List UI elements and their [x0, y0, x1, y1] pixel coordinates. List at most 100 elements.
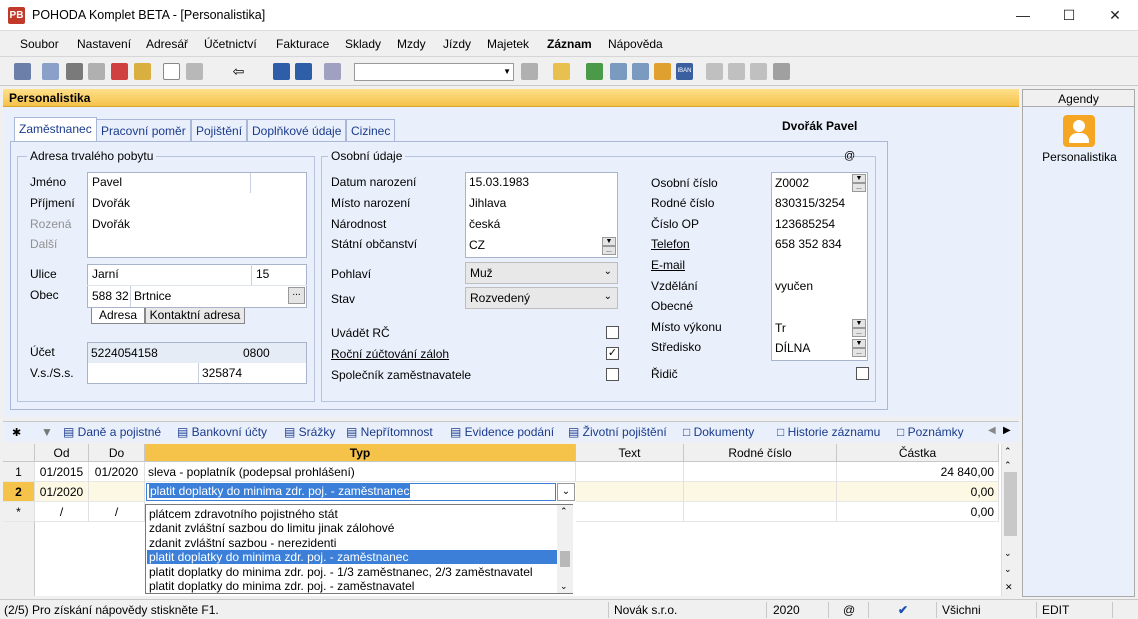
- menu-ucetnictvi[interactable]: Účetnictví: [204, 37, 257, 51]
- iban-icon[interactable]: IBAN: [676, 63, 693, 80]
- duplicate-icon[interactable]: [324, 63, 341, 80]
- address-subtab-kontaktni[interactable]: Kontaktní adresa: [145, 308, 245, 324]
- psc-field[interactable]: 588 32: [92, 289, 129, 303]
- grid-cell-text[interactable]: [576, 502, 684, 522]
- save-all-icon[interactable]: [295, 63, 312, 80]
- grid-cell-od[interactable]: /: [35, 502, 89, 522]
- funnel-icon[interactable]: [521, 63, 538, 80]
- menu-soubor[interactable]: Soubor: [20, 37, 59, 51]
- prijmeni-field[interactable]: Dvořák: [92, 196, 130, 210]
- resize-icon[interactable]: ✕: [1005, 582, 1013, 593]
- tab-cizinec[interactable]: Cizinec: [346, 119, 396, 141]
- subtab-historie[interactable]: □ Historie záznamu: [777, 425, 880, 442]
- grid-cell-od[interactable]: 01/2020: [35, 482, 89, 502]
- email-icon[interactable]: [134, 63, 151, 80]
- grid-cell-typ[interactable]: sleva - poplatník (podepsal prohlášení): [145, 462, 576, 482]
- grid-header-od[interactable]: Od: [35, 444, 89, 462]
- misto-narozeni-field[interactable]: Jihlava: [469, 196, 506, 210]
- menu-majetek[interactable]: Majetek: [487, 37, 529, 51]
- osobni-cislo-field[interactable]: Z0002: [775, 176, 809, 190]
- address-subtab-adresa[interactable]: Adresa: [91, 308, 145, 324]
- chevron-up-icon[interactable]: ⌃: [560, 506, 568, 517]
- grid-cell-castka[interactable]: 24 840,00: [837, 462, 999, 482]
- agenda-icon[interactable]: [14, 63, 31, 80]
- scroll-top-icon[interactable]: ⌃: [1004, 460, 1012, 471]
- rozena-field[interactable]: Dvořák: [92, 217, 130, 231]
- grid-cell-do[interactable]: 01/2020: [89, 462, 145, 482]
- subtab-srazky[interactable]: ▤ Srážky: [284, 425, 335, 442]
- grid-cell-castka[interactable]: 0,00: [837, 482, 999, 502]
- grid-header-castka[interactable]: Částka: [837, 444, 999, 462]
- cash-icon[interactable]: [586, 63, 603, 80]
- edit-icon[interactable]: [186, 63, 203, 80]
- vs-field[interactable]: 325874: [202, 366, 242, 380]
- menu-zaznam[interactable]: Záznam: [547, 37, 592, 51]
- uvadet-rc-checkbox[interactable]: [606, 326, 619, 339]
- pdf-icon[interactable]: [111, 63, 128, 80]
- list-icon[interactable]: [728, 63, 745, 80]
- stredisko-dropdown-button[interactable]: ▼: [852, 339, 866, 348]
- preview-icon[interactable]: [88, 63, 105, 80]
- tab-pracovni-pomer[interactable]: Pracovní poměr: [96, 119, 191, 141]
- subtab-poznamky[interactable]: □ Poznámky: [897, 425, 964, 442]
- menu-mzdy[interactable]: Mzdy: [397, 37, 426, 51]
- obec-field[interactable]: Brtnice: [134, 289, 171, 303]
- rodne-cislo-field[interactable]: 830315/3254: [775, 196, 845, 210]
- personalistika-icon[interactable]: [1063, 115, 1095, 147]
- grid-header-typ[interactable]: Typ: [145, 444, 576, 462]
- grid-header-text[interactable]: Text: [576, 444, 684, 462]
- label-telefon[interactable]: Telefon: [651, 237, 690, 251]
- minimize-button[interactable]: —: [1000, 0, 1046, 31]
- spolecnik-checkbox[interactable]: [606, 368, 619, 381]
- menu-sklady[interactable]: Sklady: [345, 37, 381, 51]
- menu-adresar[interactable]: Adresář: [146, 37, 188, 51]
- grid-cell-od[interactable]: 01/2015: [35, 462, 89, 482]
- grid-cell-do[interactable]: [89, 482, 145, 502]
- calculator-icon[interactable]: [632, 63, 649, 80]
- dropdown-option[interactable]: zdanit zvláštní sazbou do limitu jinak z…: [147, 521, 557, 535]
- chevron-down-icon[interactable]: ⌄: [560, 581, 568, 592]
- tools-icon[interactable]: [773, 63, 790, 80]
- funnel-icon[interactable]: ▼: [41, 425, 55, 439]
- coins-icon[interactable]: [654, 63, 671, 80]
- osobni-cislo-dropdown-button[interactable]: ▼: [852, 174, 866, 183]
- obec-lookup-button[interactable]: ...: [288, 287, 305, 304]
- cislo-op-field[interactable]: 123685254: [775, 217, 835, 231]
- folder-icon[interactable]: [553, 63, 570, 80]
- typ-combo-dropdown-button[interactable]: ⌄: [557, 483, 575, 501]
- typ-combo-input[interactable]: platit doplatky do minima zdr. poj. - za…: [146, 483, 556, 501]
- rocni-zuctovani-checkbox[interactable]: ✓: [606, 347, 619, 360]
- new-record-icon[interactable]: [163, 63, 180, 80]
- obcanstvi-field[interactable]: CZ: [469, 238, 485, 252]
- grid-cell-rodne-cislo[interactable]: [684, 462, 837, 482]
- menu-nastaveni[interactable]: Nastavení: [77, 37, 131, 51]
- dropdown-scroll-thumb[interactable]: [560, 551, 570, 567]
- chevron-right-icon[interactable]: ▶: [1003, 425, 1011, 436]
- grid-header-rodne-cislo[interactable]: Rodné číslo: [684, 444, 837, 462]
- subtab-dokumenty[interactable]: □ Dokumenty: [683, 425, 754, 442]
- dropdown-option[interactable]: zdanit zvláštní sazbou - nerezidenti: [147, 536, 557, 550]
- ucet-field[interactable]: 5224054158: [91, 346, 158, 360]
- dropdown-option[interactable]: platit doplatky do minima zdr. poj. - 1/…: [147, 565, 557, 579]
- grid-cell-rodne-cislo[interactable]: [684, 502, 837, 522]
- ulice-field[interactable]: Jarní: [92, 267, 119, 281]
- calendar-icon[interactable]: [610, 63, 627, 80]
- subtab-nepritomnost[interactable]: ▤ Nepřítomnost: [346, 425, 433, 442]
- datum-narozeni-field[interactable]: 15.03.1983: [469, 175, 529, 189]
- menu-napoveda[interactable]: Nápověda: [608, 37, 663, 51]
- grid-scrollbar[interactable]: ⌃ ⌃ ⌄ ⌄ ✕: [1001, 444, 1019, 596]
- chevron-up-icon[interactable]: ⌃: [1004, 446, 1012, 457]
- asterisk-icon[interactable]: ✱: [12, 426, 21, 439]
- grid-cell-text[interactable]: [576, 462, 684, 482]
- osobni-cislo-lookup-button[interactable]: ...: [852, 183, 866, 192]
- grid-cell-castka[interactable]: 0,00: [837, 502, 999, 522]
- chevron-left-icon[interactable]: ◀: [988, 425, 996, 436]
- stav-select[interactable]: Rozvedený ⌄: [465, 287, 618, 309]
- stredisko-field[interactable]: DÍLNA: [775, 341, 810, 355]
- obcanstvi-dropdown-button[interactable]: ▼: [602, 237, 616, 246]
- agendy-item-personalistika[interactable]: Personalistika: [1023, 150, 1136, 164]
- scroll-bottom-icon[interactable]: ⌄: [1004, 564, 1012, 575]
- dropdown-option[interactable]: platit doplatky do minima zdr. poj. - za…: [147, 579, 557, 593]
- cislo-field[interactable]: 15: [256, 267, 269, 281]
- label-email[interactable]: E-mail: [651, 258, 685, 272]
